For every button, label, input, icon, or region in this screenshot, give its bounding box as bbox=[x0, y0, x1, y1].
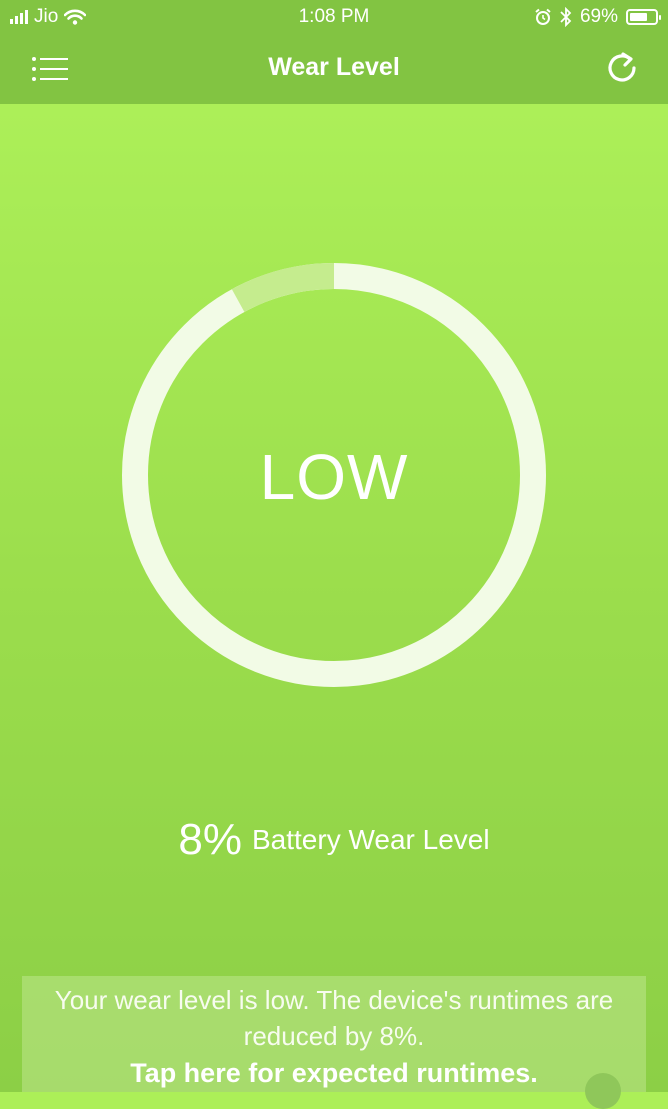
wear-message: Your wear level is low. The device's run… bbox=[54, 985, 614, 1051]
wear-summary: 8% Battery Wear Level bbox=[0, 815, 668, 865]
bluetooth-icon bbox=[560, 7, 572, 27]
battery-percent: 69% bbox=[579, 6, 618, 27]
wear-label: Battery Wear Level bbox=[252, 824, 490, 855]
runtime-info-banner[interactable]: Your wear level is low. The device's run… bbox=[22, 976, 646, 1092]
wear-level-status: LOW bbox=[259, 441, 409, 513]
top-bar: Jio 1:08 PM 69% Wear Level bbox=[0, 0, 668, 104]
alarm-icon bbox=[535, 8, 551, 25]
wear-percent: 8% bbox=[178, 815, 242, 864]
status-right: 69% bbox=[534, 6, 661, 28]
status-bar: Jio 1:08 PM 69% bbox=[0, 0, 668, 36]
chevron-down-icon[interactable] bbox=[585, 1073, 621, 1109]
battery-icon bbox=[626, 9, 661, 25]
expected-runtimes-link[interactable]: Tap here for expected runtimes. bbox=[22, 1054, 646, 1092]
gauge-wear-arc bbox=[231, 263, 335, 313]
page-title: Wear Level bbox=[268, 53, 400, 81]
battery-fill bbox=[630, 13, 647, 21]
refresh-button[interactable] bbox=[604, 50, 640, 86]
navigation-bar: Wear Level bbox=[0, 36, 668, 104]
refresh-icon bbox=[608, 52, 636, 82]
